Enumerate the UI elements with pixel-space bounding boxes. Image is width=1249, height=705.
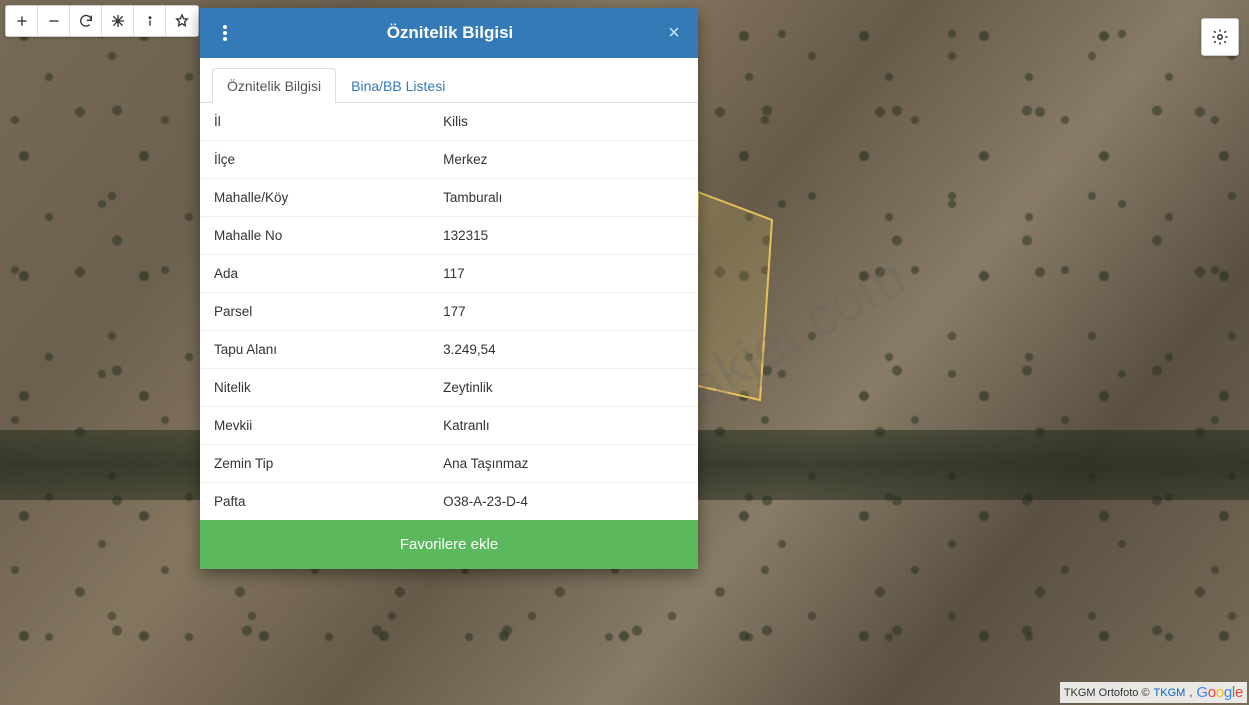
add-favorite-button[interactable]: Favorilere ekle <box>200 520 698 569</box>
refresh-button[interactable] <box>70 6 102 36</box>
table-row: İlKilis <box>200 103 698 141</box>
zoom-in-button[interactable] <box>6 6 38 36</box>
gear-icon <box>1211 28 1229 46</box>
attr-value: Kilis <box>429 103 698 141</box>
attr-value: Zeytinlik <box>429 369 698 407</box>
attr-key: Mahalle/Köy <box>200 179 429 217</box>
table-row: Mahalle/KöyTamburalı <box>200 179 698 217</box>
panel-menu-button[interactable] <box>214 24 236 42</box>
attr-key: Pafta <box>200 483 429 521</box>
panel-header: Öznitelik Bilgisi × <box>200 8 698 58</box>
table-row: Mahalle No132315 <box>200 217 698 255</box>
minus-icon <box>46 13 62 29</box>
table-row: Parsel177 <box>200 293 698 331</box>
attr-key: İlçe <box>200 141 429 179</box>
attribution-link[interactable]: TKGM <box>1154 687 1186 699</box>
table-row: NitelikZeytinlik <box>200 369 698 407</box>
attr-key: Zemin Tip <box>200 445 429 483</box>
attr-key: Ada <box>200 255 429 293</box>
attr-value: Tamburalı <box>429 179 698 217</box>
close-icon: × <box>668 22 680 44</box>
extent-icon <box>110 13 126 29</box>
panel-close-button[interactable]: × <box>664 22 684 45</box>
map-toolbar <box>5 5 199 37</box>
table-row: PaftaO38-A-23-D-4 <box>200 483 698 521</box>
table-row: MevkiiKatranlı <box>200 407 698 445</box>
google-logo: Google <box>1196 684 1243 701</box>
attr-key: İl <box>200 103 429 141</box>
plus-icon <box>14 13 30 29</box>
map-attribution: TKGM Ortofoto © TKGM, Google <box>1060 682 1247 703</box>
panel-title: Öznitelik Bilgisi <box>236 23 664 43</box>
attr-value: O38-A-23-D-4 <box>429 483 698 521</box>
zoom-out-button[interactable] <box>38 6 70 36</box>
attribute-table: İlKilis İlçeMerkez Mahalle/KöyTamburalı … <box>200 103 698 520</box>
attr-value: Katranlı <box>429 407 698 445</box>
attr-key: Parsel <box>200 293 429 331</box>
attr-key: Tapu Alanı <box>200 331 429 369</box>
attr-value: Merkez <box>429 141 698 179</box>
attr-value: Ana Taşınmaz <box>429 445 698 483</box>
tab-building-list[interactable]: Bina/BB Listesi <box>336 68 460 103</box>
full-extent-button[interactable] <box>102 6 134 36</box>
attr-key: Mahalle No <box>200 217 429 255</box>
star-icon <box>174 13 190 29</box>
attribute-info-panel: Öznitelik Bilgisi × Öznitelik Bilgisi Bi… <box>200 8 698 569</box>
panel-tabs: Öznitelik Bilgisi Bina/BB Listesi <box>200 58 698 103</box>
attr-value: 177 <box>429 293 698 331</box>
table-row: Ada117 <box>200 255 698 293</box>
attr-value: 117 <box>429 255 698 293</box>
table-row: Tapu Alanı3.249,54 <box>200 331 698 369</box>
table-row: Zemin TipAna Taşınmaz <box>200 445 698 483</box>
attr-key: Mevkii <box>200 407 429 445</box>
refresh-icon <box>78 13 94 29</box>
tab-attribute-info[interactable]: Öznitelik Bilgisi <box>212 68 336 103</box>
info-button[interactable] <box>134 6 166 36</box>
attr-value: 132315 <box>429 217 698 255</box>
vertical-dots-icon <box>222 24 228 42</box>
attr-key: Nitelik <box>200 369 429 407</box>
info-icon <box>142 13 158 29</box>
settings-button[interactable] <box>1201 18 1239 56</box>
favorites-button[interactable] <box>166 6 198 36</box>
attribution-suffix: , <box>1189 687 1192 699</box>
attr-value: 3.249,54 <box>429 331 698 369</box>
table-row: İlçeMerkez <box>200 141 698 179</box>
attribution-prefix: TKGM Ortofoto © <box>1064 687 1150 699</box>
